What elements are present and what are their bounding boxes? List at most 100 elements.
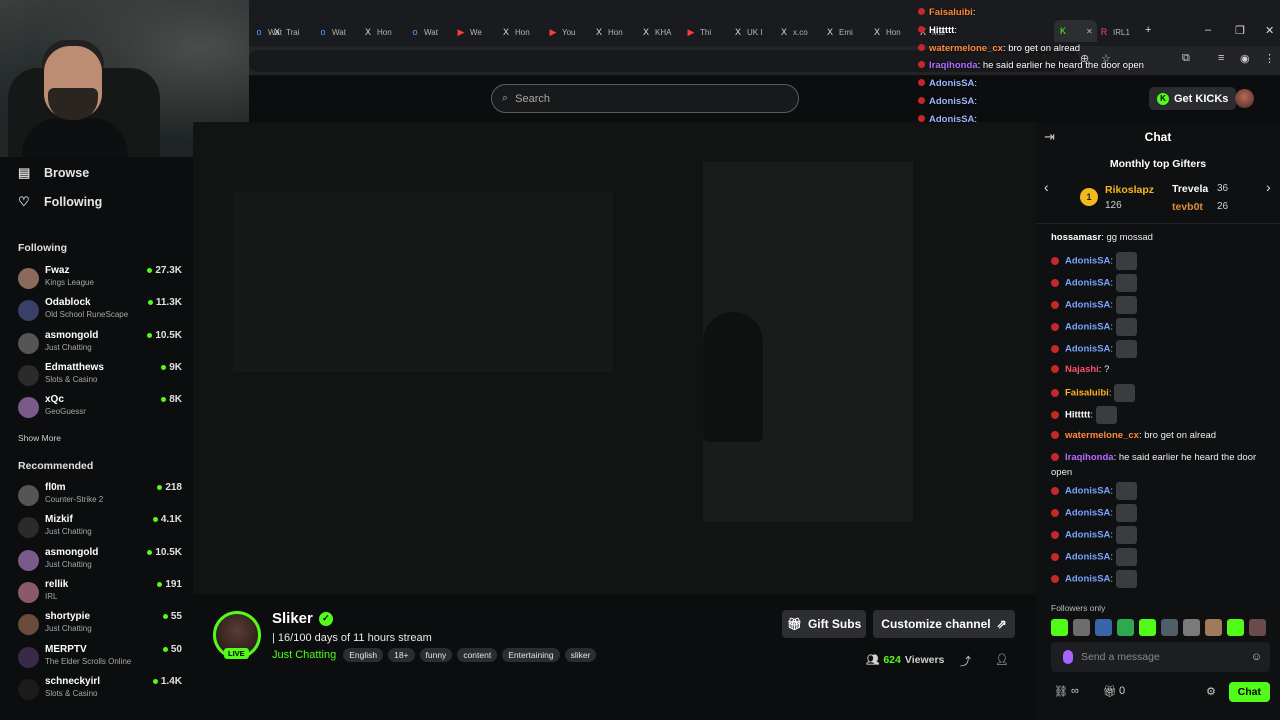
browser-tab[interactable]: X Hon bbox=[872, 24, 901, 40]
restore-icon[interactable]: ❐ bbox=[1235, 24, 1245, 37]
chevron-right-icon[interactable]: › bbox=[1266, 179, 1271, 195]
browser-tab[interactable]: X Hon bbox=[594, 24, 623, 40]
channel-name: Fwaz bbox=[45, 265, 70, 276]
chat-username[interactable]: AdonisSA bbox=[1065, 344, 1110, 355]
browser-tab[interactable]: o Wat bbox=[410, 24, 437, 40]
browser-tab[interactable]: ▶ Thi bbox=[686, 24, 712, 40]
emote-icon[interactable] bbox=[1227, 619, 1244, 636]
share-icon[interactable]: ⤴ bbox=[960, 653, 971, 669]
gift-subs-button[interactable]: 🎁︎ Gift Subs bbox=[782, 610, 866, 638]
chat-username[interactable]: Faisaluibi bbox=[1065, 388, 1109, 399]
stream-tag[interactable]: sliker bbox=[564, 648, 597, 662]
browser-menu-icon[interactable]: ⋮ bbox=[1264, 52, 1275, 65]
browser-tab[interactable]: ▶ You bbox=[548, 24, 576, 40]
send-chat-button[interactable]: Chat bbox=[1228, 682, 1270, 702]
sidebar-channel[interactable]: asmongold Just Chatting 10.5K bbox=[18, 330, 182, 360]
user-avatar[interactable] bbox=[1235, 89, 1254, 108]
chat-username[interactable]: watermelone_cx bbox=[1065, 430, 1139, 441]
browser-tab[interactable]: o Wat bbox=[318, 24, 345, 40]
browser-tab[interactable]: K ✕ bbox=[1054, 20, 1097, 42]
emote-icon[interactable] bbox=[1117, 619, 1134, 636]
browser-tab[interactable]: Xx.co bbox=[779, 24, 808, 40]
emote-icon[interactable] bbox=[1249, 619, 1266, 636]
chat-settings-icon[interactable]: ⛓︎ bbox=[1054, 685, 1068, 698]
chat-username[interactable]: AdonisSA bbox=[1065, 552, 1110, 563]
viewers-label: Viewers bbox=[904, 653, 945, 666]
chat-username[interactable]: Iraqihonda bbox=[1065, 452, 1114, 463]
stream-tag[interactable]: funny bbox=[419, 648, 453, 662]
search-input[interactable]: ⌕ Search bbox=[491, 84, 799, 113]
new-tab-icon[interactable]: + bbox=[1145, 24, 1151, 36]
emote-icon[interactable] bbox=[1161, 619, 1178, 636]
chat-username[interactable]: AdonisSA bbox=[1065, 322, 1110, 333]
video-player[interactable] bbox=[193, 122, 1036, 594]
stream-tag[interactable]: English bbox=[343, 648, 384, 662]
emote-icon[interactable] bbox=[1095, 619, 1112, 636]
sidebar-toggle-icon[interactable]: ≡ bbox=[1218, 52, 1224, 64]
minimize-icon[interactable]: – bbox=[1205, 24, 1211, 36]
chat-username[interactable]: AdonisSA bbox=[1065, 574, 1110, 585]
gifter-name[interactable]: Rikoslapz bbox=[1105, 184, 1154, 196]
customize-channel-button[interactable]: Customize channel ⇗ bbox=[873, 610, 1015, 638]
sidebar-channel[interactable]: Fwaz Kings League 27.3K bbox=[18, 265, 182, 295]
extensions-icon[interactable]: ⧉ bbox=[1182, 52, 1190, 65]
browser-tab[interactable]: X UK I bbox=[733, 24, 763, 40]
browser-tab[interactable]: X Hon bbox=[363, 24, 392, 40]
emote-icon[interactable] bbox=[1051, 619, 1068, 636]
stream-tag[interactable]: 18+ bbox=[388, 648, 415, 662]
chat-message: Faisaluibi: bbox=[1051, 384, 1273, 402]
chat-username[interactable]: AdonisSA bbox=[1065, 508, 1110, 519]
chat-username[interactable]: AdonisSA bbox=[1065, 256, 1110, 267]
stream-category-link[interactable]: Just Chatting bbox=[272, 649, 336, 661]
sidebar-channel[interactable]: schneckyirl Slots & Casino 1.4K bbox=[18, 676, 182, 706]
close-window-icon[interactable]: ✕ bbox=[1265, 24, 1274, 37]
emote-icon[interactable] bbox=[1073, 619, 1090, 636]
search-icon: ⌕ bbox=[502, 92, 509, 104]
sidebar-channel[interactable]: Mizkif Just Chatting 4.1K bbox=[18, 514, 182, 544]
chat-username[interactable]: AdonisSA bbox=[1065, 486, 1110, 497]
gifter-name[interactable]: tevb0t bbox=[1172, 201, 1203, 213]
browser-tab[interactable]: R IRL1 bbox=[1099, 24, 1130, 40]
browser-tab[interactable]: X KHA bbox=[641, 24, 671, 40]
chevron-left-icon[interactable]: ‹ bbox=[1044, 179, 1049, 195]
chat-username[interactable]: hossamasr bbox=[1051, 232, 1101, 243]
emote-icon[interactable] bbox=[1139, 619, 1156, 636]
browser-tab[interactable]: ▶ We bbox=[456, 24, 482, 40]
sidebar-channel[interactable]: MERPTV The Elder Scrolls Online 50 bbox=[18, 644, 182, 674]
chat-username[interactable]: AdonisSA bbox=[1065, 300, 1110, 311]
channel-name[interactable]: Sliker bbox=[272, 610, 313, 627]
browser-tab[interactable]: X Emi bbox=[825, 24, 853, 40]
sidebar-channel[interactable]: Edmatthews Slots & Casino 9K bbox=[18, 362, 182, 392]
nav-browse[interactable]: ▤ Browse bbox=[18, 165, 89, 181]
show-more-link[interactable]: Show More bbox=[18, 433, 61, 443]
sidebar-channel[interactable]: fl0m Counter-Strike 2 218 bbox=[18, 482, 182, 512]
nav-following[interactable]: ♡ Following bbox=[18, 194, 102, 210]
close-tab-icon[interactable]: ✕ bbox=[1086, 27, 1093, 36]
sidebar-channel[interactable]: Odablock Old School RuneScape 11.3K bbox=[18, 297, 182, 327]
sidebar-channel[interactable]: rellik IRL 191 bbox=[18, 579, 182, 609]
sidebar-channel[interactable]: asmongold Just Chatting 10.5K bbox=[18, 547, 182, 577]
browser-tab[interactable]: X Hon bbox=[501, 24, 530, 40]
sidebar-channel[interactable]: shortypie Just Chatting 55 bbox=[18, 611, 182, 641]
follow-user-icon[interactable]: 👤︎ bbox=[995, 653, 1009, 666]
tab-label: UK I bbox=[747, 27, 763, 37]
infinity-icon[interactable]: ∞ bbox=[1071, 685, 1079, 697]
overlay-text: : he said earlier he heard the door open bbox=[977, 60, 1144, 72]
profile-icon[interactable]: ◉ bbox=[1240, 52, 1250, 65]
gifter-name[interactable]: Trevela bbox=[1172, 183, 1208, 195]
get-kicks-button[interactable]: K Get KICKs bbox=[1149, 87, 1237, 110]
stream-tag[interactable]: Entertaining bbox=[502, 648, 560, 662]
gift-box-icon[interactable]: 🎁︎ bbox=[1103, 685, 1117, 698]
gear-icon[interactable]: ⚙ bbox=[1206, 685, 1216, 698]
chat-input[interactable]: Send a message ☺ bbox=[1051, 642, 1270, 672]
chat-username[interactable]: AdonisSA bbox=[1065, 530, 1110, 541]
emoji-icon[interactable]: ☺ bbox=[1251, 651, 1262, 663]
emote-icon[interactable] bbox=[1183, 619, 1200, 636]
stream-tag[interactable]: content bbox=[457, 648, 498, 662]
chat-username[interactable]: AdonisSA bbox=[1065, 278, 1110, 289]
sidebar-channel[interactable]: xQc GeoGuessr 8K bbox=[18, 394, 182, 424]
chat-username[interactable]: Hittttt bbox=[1065, 410, 1090, 421]
emote-icon[interactable] bbox=[1205, 619, 1222, 636]
browser-tab[interactable]: X Trai bbox=[272, 24, 300, 40]
chat-username[interactable]: Najashi bbox=[1065, 364, 1099, 375]
